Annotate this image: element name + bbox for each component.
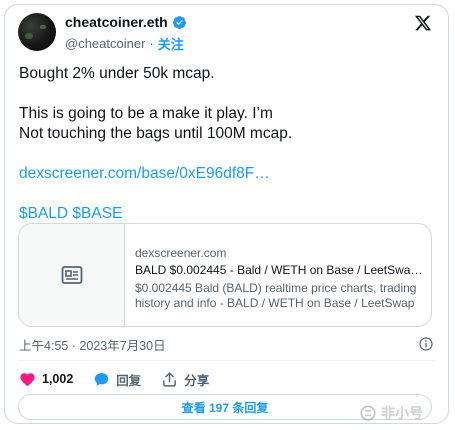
heart-icon <box>20 372 35 386</box>
share-label: 分享 <box>184 373 210 388</box>
x-logo-icon[interactable] <box>414 14 432 32</box>
link-domain: dexscreener.com <box>135 246 227 260</box>
article-icon <box>61 266 82 284</box>
tweet-line: Bought 2% under 50k mcap. <box>19 65 215 82</box>
handle-row: @cheatcoiner · 关注 <box>65 34 184 53</box>
tweet-line: Not touching the bags until 100M mcap. <box>19 125 293 142</box>
avatar[interactable] <box>18 13 56 51</box>
reply-button[interactable]: 回复 <box>93 370 141 389</box>
share-icon <box>163 371 177 387</box>
display-name[interactable]: cheatcoiner.eth <box>65 14 168 30</box>
share-button[interactable]: 分享 <box>161 370 209 389</box>
like-count: 1,002 <box>42 372 74 386</box>
info-icon[interactable] <box>418 336 434 352</box>
watermark: 非小号 <box>359 400 449 426</box>
link-description: $0.002445 Bald (BALD) realtime price cha… <box>135 281 417 310</box>
verified-badge-icon <box>172 15 186 29</box>
watermark-text: 非小号 <box>381 405 423 421</box>
link-body: dexscreener.com BALD $0.002445 - Bald / … <box>135 246 423 311</box>
tweet-link[interactable]: dexscreener.com/base/0xE96df8F… <box>19 164 434 184</box>
timestamp-row: 上午4:55 · 2023年7月30日 <box>19 335 434 353</box>
tweet-cashtags[interactable]: $BALD $BASE <box>19 204 434 224</box>
reply-label: 回复 <box>116 373 142 388</box>
link-title: BALD $0.002445 - Bald / WETH on Base / L… <box>135 263 423 277</box>
link-thumbnail <box>19 224 125 326</box>
timestamp[interactable]: 上午4:55 · 2023年7月30日 <box>19 339 166 353</box>
link-preview-card[interactable]: dexscreener.com BALD $0.002445 - Bald / … <box>18 223 432 327</box>
like-button[interactable]: 1,002 <box>19 371 73 388</box>
divider <box>18 360 435 361</box>
name-row: cheatcoiner.eth <box>65 14 187 30</box>
reply-bubble-icon <box>95 372 109 386</box>
watermark-logo-icon <box>360 405 376 421</box>
tweet-line: This is going to be a make it play. I’m <box>19 105 273 122</box>
tweet-card: cheatcoiner.eth @cheatcoiner · 关注 Bought… <box>4 4 449 424</box>
tweet-text: Bought 2% under 50k mcap. This is going … <box>19 64 434 224</box>
action-bar: 1,002 回复 分享 <box>19 369 229 389</box>
handle[interactable]: @cheatcoiner <box>65 36 145 51</box>
follow-button[interactable]: 关注 <box>158 34 184 53</box>
tweet-header: cheatcoiner.eth @cheatcoiner · 关注 <box>18 12 436 56</box>
separator-dot: · <box>149 36 154 51</box>
